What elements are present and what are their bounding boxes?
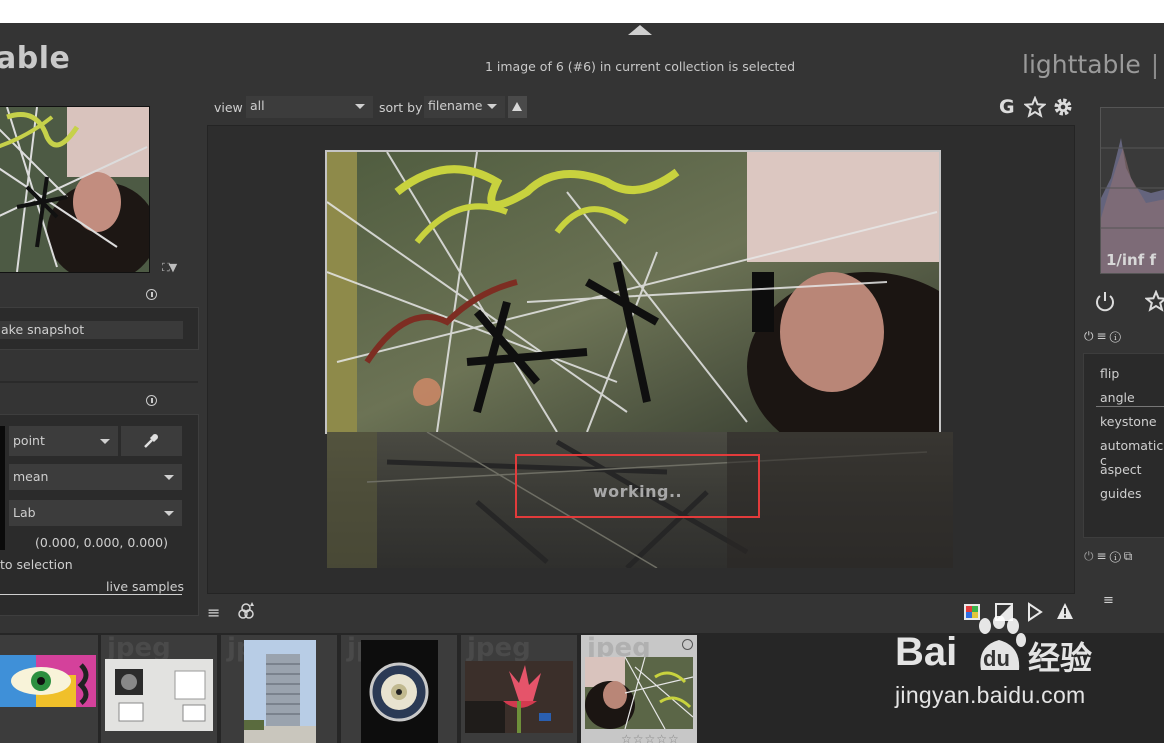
preview-image-content: [327, 152, 939, 432]
filmstrip-item[interactable]: jpeg: [461, 635, 577, 743]
thumbnail-lotus: [465, 661, 573, 733]
baidu-jingyan-text: 经验: [1028, 639, 1093, 677]
live-samples-underline: [0, 594, 182, 595]
module-footer-icons: ⏻≡ⓘ⧉: [1084, 549, 1135, 564]
take-snapshot-button[interactable]: ake snapshot: [0, 321, 183, 339]
filmstrip-item-selected[interactable]: jpeg ☆☆☆☆☆: [581, 635, 697, 743]
sort-dropdown[interactable]: filename: [424, 96, 505, 118]
favorite-star-icon[interactable]: [1145, 290, 1164, 312]
styles-icon[interactable]: [236, 601, 258, 621]
module-info-icon[interactable]: ⓘ: [1110, 549, 1124, 563]
baidu-url: jingyan.baidu.com: [895, 682, 1086, 708]
rating-stars[interactable]: ☆☆☆☆☆: [621, 732, 680, 743]
restrict-to-selection-toggle[interactable]: to selection: [0, 557, 73, 572]
sort-dropdown-value: filename: [428, 98, 483, 113]
baidu-logo-text: Bai: [895, 630, 958, 674]
view-dropdown[interactable]: all: [246, 96, 373, 118]
thumbnail-building: [244, 640, 316, 743]
filmstrip-item[interactable]: jpeg: [101, 635, 217, 743]
chevron-down-icon: [487, 104, 497, 109]
view-separator: |: [1150, 50, 1160, 79]
module-presets-icon[interactable]: ≡: [1097, 329, 1110, 343]
remove-icon[interactable]: [682, 639, 693, 650]
filmstrip-item[interactable]: jpeg: [341, 635, 457, 743]
module-divider: [0, 381, 198, 383]
sort-order-button[interactable]: [508, 96, 527, 118]
module-header-icons: ⏻≡ⓘ: [1084, 329, 1124, 344]
module-power-icon[interactable]: ⏻: [1084, 329, 1097, 343]
module-info-icon[interactable]: ⓘ: [1110, 329, 1124, 343]
grouping-button[interactable]: G: [999, 96, 1015, 118]
darktable-window: able 1 image of 6 (#6) in current collec…: [0, 23, 1164, 743]
filmstrip-item[interactable]: [0, 635, 98, 743]
view-lighttable[interactable]: lighttable: [1022, 50, 1141, 79]
baidu-jingyan-watermark: Bai du 经验 jingyan.baidu.com: [895, 616, 1110, 721]
module-power-icon[interactable]: ⏻: [1084, 549, 1097, 563]
module-item-aspect[interactable]: aspect: [1100, 462, 1142, 477]
right-menu-icon[interactable]: ≡: [1103, 593, 1114, 608]
module-list: flip angle keystone automatic c aspect g…: [1083, 353, 1164, 538]
view-dropdown-value: all: [250, 98, 265, 113]
module-item-underline: [1096, 406, 1164, 407]
top-panel-collapse-icon[interactable]: [628, 25, 652, 35]
histogram[interactable]: 1/inf f: [1100, 107, 1164, 274]
navigation-thumbnail[interactable]: [0, 106, 150, 273]
gear-icon[interactable]: [1052, 96, 1074, 118]
sort-ascending-icon: [512, 102, 522, 111]
info-icon[interactable]: [146, 395, 157, 406]
picker-mode-dropdown[interactable]: point: [9, 426, 118, 456]
chevron-down-icon: [164, 475, 174, 480]
jpeg-watermark: jpeg: [467, 635, 531, 663]
module-item-angle[interactable]: angle: [1100, 390, 1135, 405]
live-samples-header: live samples: [106, 579, 184, 594]
hamburger-menu-icon[interactable]: ≡: [207, 603, 220, 622]
module-item-flip[interactable]: flip: [1100, 366, 1119, 381]
picker-colorspace-dropdown[interactable]: Lab: [9, 500, 182, 526]
view-label: view: [214, 100, 243, 115]
preview-image[interactable]: [325, 150, 941, 434]
picker-statistic-value: mean: [13, 469, 49, 484]
working-indicator: working..: [592, 482, 683, 501]
thumbnail-broken-glass: [585, 657, 693, 729]
thumbnail-camera-desk: [105, 659, 213, 731]
thumbnail-lens: [361, 640, 438, 743]
picker-colorspace-value: Lab: [13, 505, 36, 520]
eyedropper-icon: [144, 434, 158, 448]
exposure-readout: 1/inf f: [1106, 251, 1157, 269]
picker-values: (0.000, 0.000, 0.000): [35, 535, 169, 550]
view-switcher: lighttable|c: [1022, 50, 1164, 79]
color-swatch: [0, 426, 5, 550]
sort-label: sort by: [379, 100, 423, 115]
module-copy-icon[interactable]: ⧉: [1124, 549, 1136, 563]
chevron-down-icon: [355, 104, 365, 109]
take-snapshot-label: ake snapshot: [1, 322, 85, 337]
selection-status: 1 image of 6 (#6) in current collection …: [484, 59, 796, 74]
expand-icon[interactable]: ⛶▼: [162, 261, 177, 275]
chevron-down-icon: [164, 511, 174, 516]
module-presets-icon[interactable]: ≡: [1097, 549, 1110, 563]
navigation-thumbnail-image: [0, 107, 149, 272]
module-item-keystone[interactable]: keystone: [1100, 414, 1157, 429]
color-picker-button[interactable]: [121, 426, 182, 456]
star-icon[interactable]: [1024, 96, 1046, 118]
snapshots-module: ake snapshot: [0, 307, 199, 350]
filmstrip-item[interactable]: jpeg: [221, 635, 337, 743]
picker-mode-value: point: [13, 433, 45, 448]
baidu-du-text: du: [983, 646, 1010, 671]
picker-statistic-dropdown[interactable]: mean: [9, 464, 182, 490]
module-item-guides[interactable]: guides: [1100, 486, 1141, 501]
info-icon[interactable]: [146, 289, 157, 300]
power-icon[interactable]: [1094, 290, 1116, 312]
chevron-down-icon: [100, 439, 110, 444]
histogram-graph: [1101, 138, 1164, 273]
thumbnail-eye-art: [0, 655, 96, 707]
